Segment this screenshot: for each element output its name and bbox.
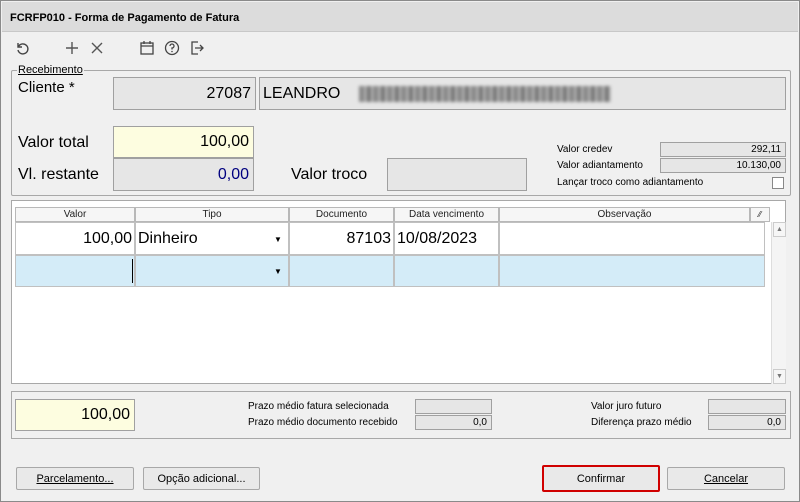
undo-icon[interactable]	[12, 38, 32, 58]
window-title: FCRFP010 - Forma de Pagamento de Fatura	[10, 12, 240, 24]
col-header-tipo[interactable]: Tipo	[135, 207, 289, 222]
col-header-observacao[interactable]: Observação	[499, 207, 750, 222]
scroll-down-icon[interactable]: ▼	[773, 369, 786, 384]
vl-restante-value: 0,00	[217, 165, 249, 183]
text-caret	[132, 259, 133, 283]
footer-total-value: 100,00	[81, 406, 130, 423]
valor-total-label: Valor total	[18, 134, 89, 151]
prazo-fatura-field	[415, 399, 492, 414]
close-icon[interactable]	[87, 38, 107, 58]
prazo-doc-label: Prazo médio documento recebido	[248, 417, 398, 428]
footer-total-field: 100,00	[15, 399, 135, 431]
row2-documento[interactable]	[289, 255, 394, 287]
confirmar-button[interactable]: Confirmar	[542, 465, 660, 492]
valor-adiantamento-field: 10.130,00	[660, 158, 786, 173]
title-bar: FCRFP010 - Forma de Pagamento de Fatura	[2, 2, 798, 32]
valor-total-value: 100,00	[200, 133, 249, 150]
vl-restante-field: 0,00	[113, 158, 254, 191]
payment-window: FCRFP010 - Forma de Pagamento de Fatura …	[0, 0, 800, 502]
row2-obs[interactable]	[499, 255, 765, 287]
valor-adiantamento-value: 10.130,00	[736, 160, 782, 171]
row1-tipo[interactable]: Dinheiro	[135, 222, 289, 255]
juro-label: Valor juro futuro	[591, 401, 662, 412]
opcao-adicional-button-label: Opção adicional...	[157, 472, 246, 485]
row1-tipo-dropdown-icon[interactable]: ▼	[271, 233, 285, 245]
confirmar-button-label: Confirmar	[576, 472, 626, 485]
parcelamento-button-label: Parcelamento...	[36, 472, 114, 485]
toolbar	[2, 33, 798, 63]
valor-credev-value: 292,11	[751, 144, 781, 155]
valor-troco-field[interactable]	[387, 158, 527, 191]
diferenca-value: 0,0	[767, 417, 781, 428]
row1-valor[interactable]: 100,00	[15, 222, 135, 255]
row1-documento[interactable]: 87103	[289, 222, 394, 255]
col-header-documento[interactable]: Documento	[289, 207, 394, 222]
juro-field	[708, 399, 786, 414]
exit-icon[interactable]	[187, 38, 207, 58]
valor-adiantamento-label: Valor adiantamento	[557, 160, 643, 171]
row1-tipo-value: Dinheiro	[138, 229, 198, 247]
lancar-troco-label: Lançar troco como adiantamento	[557, 177, 704, 188]
diferenca-field: 0,0	[708, 415, 786, 430]
diferenca-label: Diferença prazo médio	[591, 417, 692, 428]
cancelar-button[interactable]: Cancelar	[667, 467, 785, 490]
valor-troco-label: Valor troco	[291, 166, 368, 183]
prazo-doc-value: 0,0	[473, 417, 487, 428]
vl-restante-label: Vl. restante	[18, 166, 99, 183]
calendar-icon[interactable]	[137, 38, 157, 58]
plus-icon[interactable]	[62, 38, 82, 58]
valor-credev-label: Valor credev	[557, 144, 613, 155]
row2-tipo[interactable]	[135, 255, 289, 287]
recebimento-label: Recebimento	[17, 64, 84, 76]
parcelamento-button[interactable]: Parcelamento...	[16, 467, 134, 490]
col-header-data[interactable]: Data vencimento	[394, 207, 499, 222]
row1-data[interactable]: 10/08/2023	[394, 222, 499, 255]
lancar-troco-checkbox[interactable]	[772, 177, 784, 189]
cliente-name-value: LEANDRO	[263, 85, 341, 102]
row2-tipo-dropdown-icon[interactable]: ▼	[271, 265, 285, 277]
cliente-code-field[interactable]: 27087	[113, 77, 256, 110]
cancelar-button-label: Cancelar	[703, 472, 749, 485]
help-icon[interactable]	[162, 38, 182, 58]
row2-valor[interactable]	[15, 255, 135, 287]
cliente-code-value: 27087	[206, 84, 252, 102]
prazo-doc-field: 0,0	[415, 415, 492, 430]
valor-total-field[interactable]: 100,00	[113, 126, 254, 158]
column-config-icon[interactable]: ⁄⁄	[750, 207, 770, 222]
row2-data[interactable]	[394, 255, 499, 287]
col-header-valor[interactable]: Valor	[15, 207, 135, 222]
row1-obs[interactable]	[499, 222, 765, 255]
valor-credev-field: 292,11	[660, 142, 786, 157]
cliente-label: Cliente *	[18, 79, 75, 96]
opcao-adicional-button[interactable]: Opção adicional...	[143, 467, 260, 490]
grid-scrollbar[interactable]: ▲ ▼	[771, 222, 786, 384]
redacted-name	[359, 86, 611, 102]
scroll-up-icon[interactable]: ▲	[773, 222, 786, 237]
prazo-fatura-label: Prazo médio fatura selecionada	[248, 401, 389, 412]
